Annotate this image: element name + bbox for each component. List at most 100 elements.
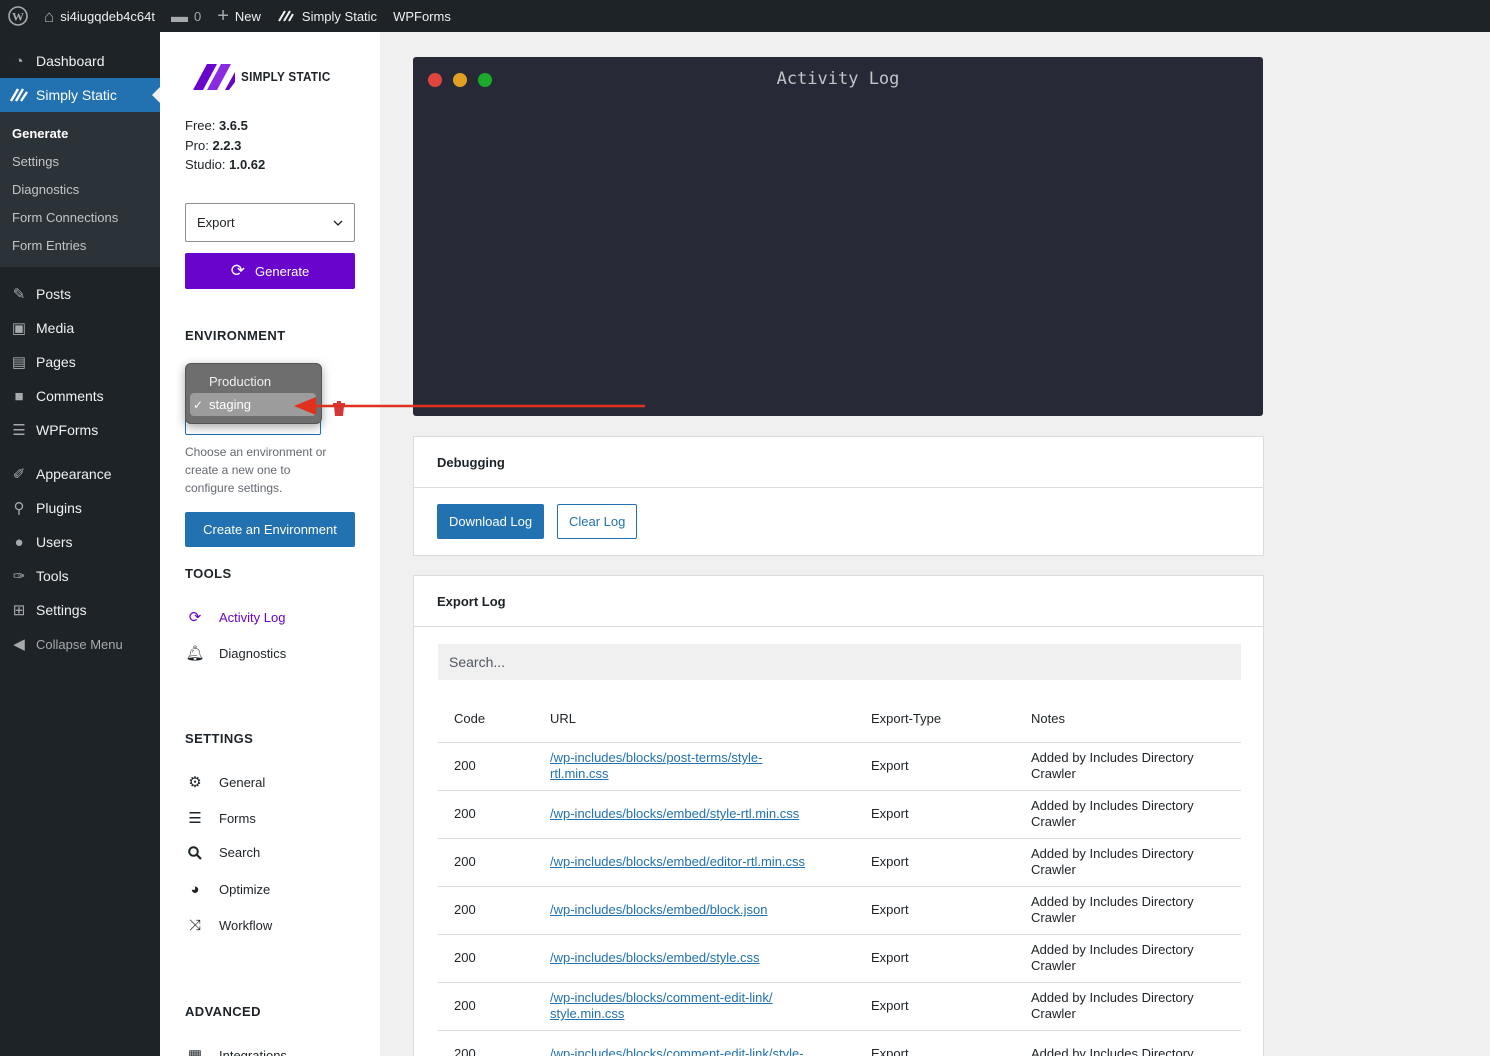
row-url-link[interactable]: /wp-includes/blocks/comment-edit-link/st… [550,990,773,1021]
new-content-link[interactable]: + New [209,0,269,32]
row-code: 200 [438,790,534,839]
row-url-link[interactable]: /wp-includes/blocks/embed/editor-rtl.min… [550,854,805,869]
row-notes-line: Crawler [1031,862,1076,877]
column-header-notes[interactable]: Notes [1015,696,1241,743]
generate-type-select[interactable]: Export [185,203,355,242]
menu-dashboard[interactable]: ◔ Dashboard [0,44,160,78]
pages-icon: ▤ [11,354,27,371]
row-notes-line: Added by Includes Directory [1031,846,1194,861]
menu-tools[interactable]: ✑ Tools [0,559,160,593]
row-notes: Added by Includes Directory Crawler [1015,838,1241,887]
studio-version: 1.0.62 [229,157,266,172]
menu-appearance-label: Appearance [36,466,112,482]
settings-optimize-link[interactable]: ◕ Optimize [185,881,270,898]
row-code: 200 [438,1030,534,1056]
row-url-line: rtl.min.css [550,766,609,781]
plugin-icon: ⚲ [13,500,25,517]
menu-settings[interactable]: ⊞ Settings [0,593,160,627]
menu-simply-static[interactable]: Simply Static [0,78,160,112]
menu-posts[interactable]: ✎ Posts [0,277,160,311]
free-version: 3.6.5 [218,118,248,133]
menu-tools-label: Tools [36,568,69,584]
menu-dashboard-label: Dashboard [36,53,105,69]
row-url-link[interactable]: /wp-includes/blocks/embed/style-rtl.min.… [550,806,799,821]
submenu-form-entries[interactable]: Form Entries [0,231,160,259]
menu-comments[interactable]: ■ Comments [0,379,160,413]
simply-static-link[interactable]: Simply Static [269,0,385,32]
optimize-label: Optimize [219,882,271,897]
wordpress-logo[interactable]: W [0,0,36,32]
column-header-code[interactable]: Code [438,696,534,743]
comments-link[interactable]: ▬ 0 [163,0,209,32]
user-icon: ● [14,533,24,551]
row-url-line: /wp-includes/blocks/embed/block.json [550,902,768,917]
settings-general-link[interactable]: ⚙ General [185,773,265,791]
row-notes: Added by Includes Directory Crawler [1015,934,1241,983]
new-label: New [234,8,261,24]
menu-users[interactable]: ● Users [0,525,160,559]
menu-users-label: Users [36,534,73,550]
free-version-label: Free: [185,118,216,133]
row-notes: Added by Includes Directory [1015,1030,1241,1056]
row-export-type: Export [855,742,1015,791]
workflow-label: Workflow [219,918,273,933]
menu-plugins[interactable]: ⚲ Plugins [0,491,160,525]
row-url-link[interactable]: /wp-includes/blocks/embed/style.css [550,950,760,965]
row-url-link[interactable]: /wp-includes/blocks/post-terms/style-rtl… [550,750,762,781]
submenu-generate[interactable]: Generate [0,119,160,147]
advanced-integrations-link[interactable]: ▦ Integrations [185,1046,287,1056]
simply-static-logo: SIMPLY STATIC [189,60,341,92]
submenu-settings[interactable]: Settings [0,147,160,175]
wpforms-link[interactable]: WPForms [385,0,459,32]
sliders-icon: ⊞ [12,602,26,619]
collapse-arrow-icon: ◀ [13,636,25,653]
export-log-title: Export Log [414,576,1263,627]
row-notes-line: Added by Includes Directory [1031,990,1194,1005]
export-log-search-input[interactable]: Search... [438,644,1241,680]
table-row: 200/wp-includes/blocks/embed/style.css Ex… [438,934,1241,983]
row-url-line: /wp-includes/blocks/embed/style-rtl.min.… [550,806,800,821]
row-code: 200 [438,742,534,791]
collapse-menu-button[interactable]: ◀ Collapse Menu [0,627,160,661]
settings-search-link[interactable]: Search [185,845,260,860]
menu-pages[interactable]: ▤ Pages [0,345,160,379]
submenu-diagnostics[interactable]: Diagnostics [0,175,160,203]
generate-button[interactable]: ⟳ Generate [185,253,355,289]
comments-icon: ■ [14,387,24,405]
row-url-cell: /wp-includes/blocks/comment-edit-link/st… [534,1030,855,1056]
dashboard-icon: ◔ [14,52,24,70]
menu-media[interactable]: ▣ Media [0,311,160,345]
row-code: 200 [438,886,534,935]
site-name-link[interactable]: ⌂ si4iugqdeb4c64t [36,0,163,32]
column-header-url[interactable]: URL [534,696,855,743]
submenu-form-connections[interactable]: Form Connections [0,203,160,231]
settings-workflow-link[interactable]: ⤨ Workflow [185,917,272,934]
gear-icon: ⚙ [188,774,202,791]
wpforms-label: WPForms [393,8,451,24]
menu-wpforms[interactable]: ☰ WPForms [0,413,160,447]
menu-appearance[interactable]: ✐ Appearance [0,457,160,491]
version-info: Free: 3.6.5 Pro: 2.2.3 Studio: 1.0.62 [185,116,265,175]
create-environment-button[interactable]: Create an Environment [185,512,355,547]
row-code: 200 [438,838,534,887]
collapse-menu-label: Collapse Menu [36,636,123,652]
clear-log-button[interactable]: Clear Log [557,504,638,539]
generate-type-value: Export [197,215,235,230]
row-code: 200 [438,934,534,983]
download-log-button[interactable]: Download Log [437,504,545,539]
row-url-link[interactable]: /wp-includes/blocks/embed/block.json [550,902,768,917]
row-export-type: Export [855,838,1015,887]
column-header-export-type[interactable]: Export-Type [855,696,1015,743]
tools-diagnostics-link[interactable]: 🔔︎ Diagnostics [185,644,286,662]
row-export-type: Export [855,790,1015,839]
tools-activity-log-link[interactable]: ⟳ Activity Log [185,608,286,626]
simply-static-label: Simply Static [301,8,378,24]
row-export-type: Export [855,934,1015,983]
debugging-panel: Debugging Download Log Clear Log [413,436,1264,556]
environment-option-production[interactable]: Production [209,374,271,389]
advanced-heading: ADVANCED [185,1004,261,1019]
row-url-link[interactable]: /wp-includes/blocks/comment-edit-link/st… [550,1046,804,1056]
settings-forms-link[interactable]: ☰ Forms [185,809,256,827]
site-name: si4iugqdeb4c64t [60,8,155,24]
tools-heading: TOOLS [185,566,232,581]
